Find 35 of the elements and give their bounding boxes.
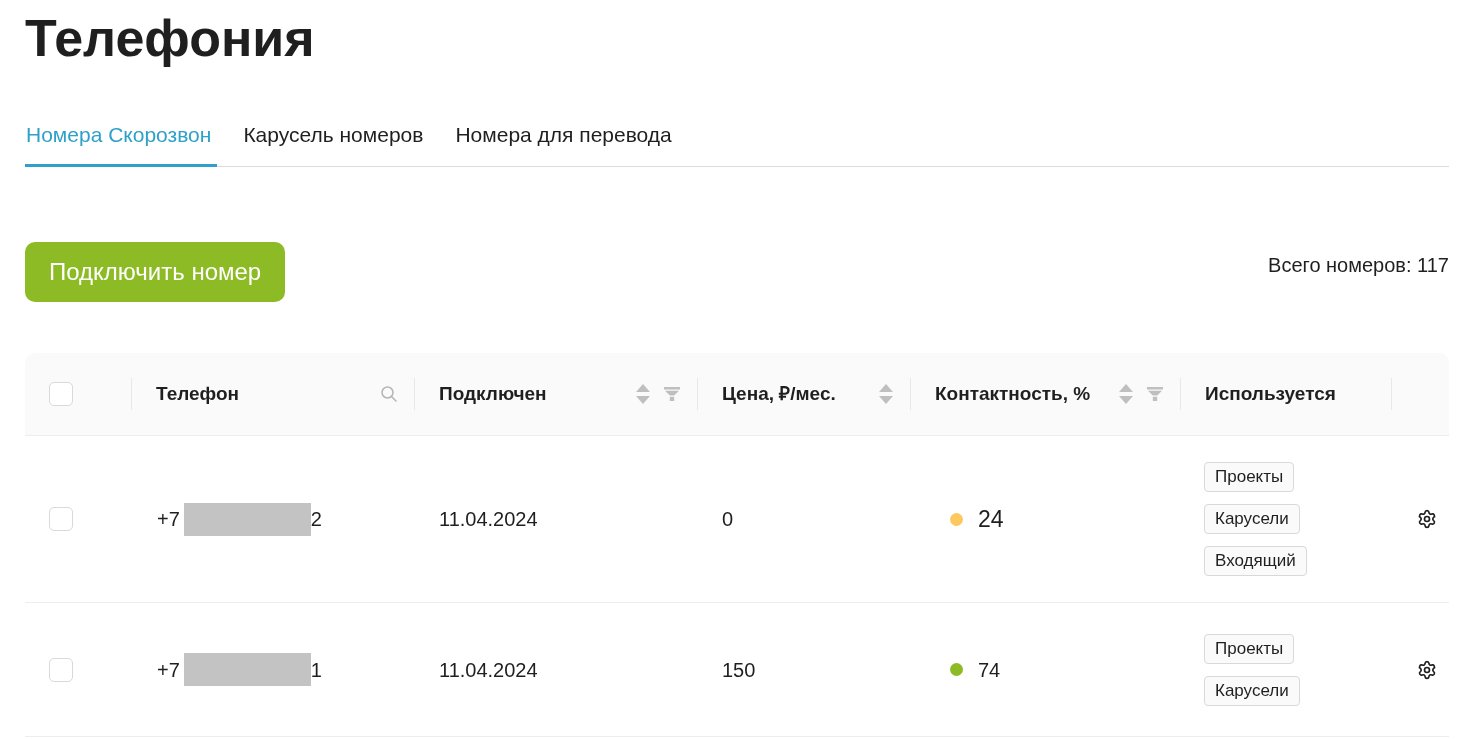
usage-tag: Проекты <box>1204 633 1295 664</box>
usage-tag: Карусели <box>1204 675 1300 706</box>
checkbox[interactable] <box>49 382 73 406</box>
sort-icon[interactable] <box>879 384 893 404</box>
column-header: Цена, ₽/мес. <box>722 382 836 406</box>
column-header: Подключен <box>439 382 547 406</box>
sort-icon[interactable] <box>1119 384 1133 404</box>
column-header: Контактность, % <box>935 382 1091 406</box>
total-count: Всего номеров: 117 <box>1268 253 1449 277</box>
settings-icon[interactable] <box>1417 659 1437 680</box>
sort-icon[interactable] <box>636 384 650 404</box>
checkbox[interactable] <box>49 507 73 531</box>
usage-tag: Карусели <box>1204 504 1300 534</box>
table-cell: 11.04.2024 <box>439 657 538 682</box>
settings-icon[interactable] <box>1417 509 1437 529</box>
column-header: Используется <box>1205 382 1336 406</box>
phone-prefix: +7 <box>157 507 180 531</box>
checkbox[interactable] <box>49 657 73 682</box>
phone-prefix: +7 <box>157 657 180 682</box>
filter-icon[interactable] <box>664 387 680 401</box>
table-cell: 150 <box>722 657 756 682</box>
column-header: Телефон <box>156 382 240 406</box>
usage-tag: Входящий <box>1204 546 1307 576</box>
table-cell: 11.04.2024 <box>439 507 538 531</box>
table-cell: 0 <box>722 507 734 531</box>
tab[interactable]: Карусель номеров <box>242 112 430 167</box>
filter-icon[interactable] <box>1147 387 1163 401</box>
search-icon[interactable] <box>381 386 397 402</box>
contact-value: 74 <box>978 657 1001 683</box>
phone-suffix: 2 <box>310 507 322 531</box>
contact-value: 24 <box>978 505 1004 533</box>
phone-suffix: 1 <box>310 657 322 682</box>
page-title: Телефония <box>25 8 315 69</box>
usage-tag: Проекты <box>1204 462 1295 492</box>
tab[interactable]: Номера для перевода <box>454 112 678 167</box>
